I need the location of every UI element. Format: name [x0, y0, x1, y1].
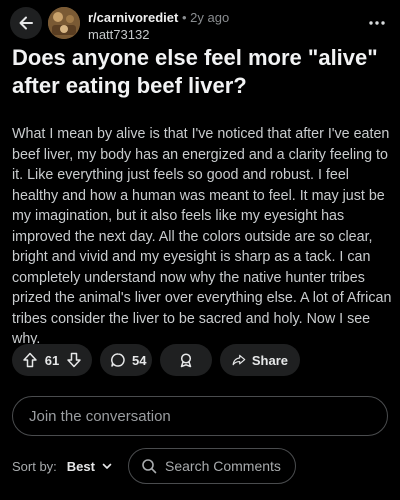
join-conversation-input[interactable]: Join the conversation	[12, 396, 388, 436]
comments-button[interactable]: 54	[100, 344, 152, 376]
search-icon	[142, 459, 157, 474]
vote-count: 61	[44, 352, 60, 368]
post-action-bar: 61 54 Share	[12, 344, 300, 376]
vote-control: 61	[12, 344, 92, 376]
post-age: 2y ago	[190, 10, 230, 25]
sort-label: Sort by:	[12, 458, 57, 474]
post-title: Does anyone else feel more "alive" after…	[12, 45, 378, 98]
chevron-down-icon[interactable]	[101, 460, 113, 472]
share-button[interactable]: Share	[220, 344, 300, 376]
downvote-button[interactable]	[66, 352, 82, 368]
share-arrow-icon	[232, 354, 246, 366]
post-header: r/carnivorediet • 2y ago matt73132	[0, 0, 400, 44]
comment-sort: Sort by: Best	[12, 452, 113, 480]
more-options-icon	[369, 21, 385, 25]
post-author[interactable]: matt73132	[88, 27, 149, 42]
share-label: Share	[251, 352, 288, 368]
award-icon	[180, 353, 192, 368]
avatar-image	[48, 7, 80, 39]
comment-count: 54	[132, 352, 147, 368]
more-options-button[interactable]	[366, 12, 388, 34]
upvote-button[interactable]	[22, 352, 38, 368]
downvote-arrow-icon	[67, 352, 81, 368]
comment-bubble-icon	[111, 353, 125, 367]
upvote-arrow-icon	[23, 352, 37, 368]
meta-separator: •	[181, 10, 187, 25]
post-body: What I mean by alive is that I've notice…	[12, 126, 392, 347]
subreddit-name[interactable]: r/carnivorediet	[88, 10, 178, 25]
subreddit-avatar[interactable]	[48, 7, 80, 39]
join-placeholder: Join the conversation	[29, 407, 171, 425]
search-comments-button[interactable]: Search Comments	[128, 448, 296, 484]
comment-icon-wrap	[110, 352, 126, 368]
back-button[interactable]	[10, 7, 42, 39]
back-arrow-icon	[19, 16, 33, 30]
subreddit-meta: r/carnivorediet • 2y ago	[88, 10, 229, 25]
sort-dropdown[interactable]: Best	[67, 459, 95, 474]
search-comments-label: Search Comments	[165, 458, 281, 474]
award-button[interactable]	[160, 344, 212, 376]
